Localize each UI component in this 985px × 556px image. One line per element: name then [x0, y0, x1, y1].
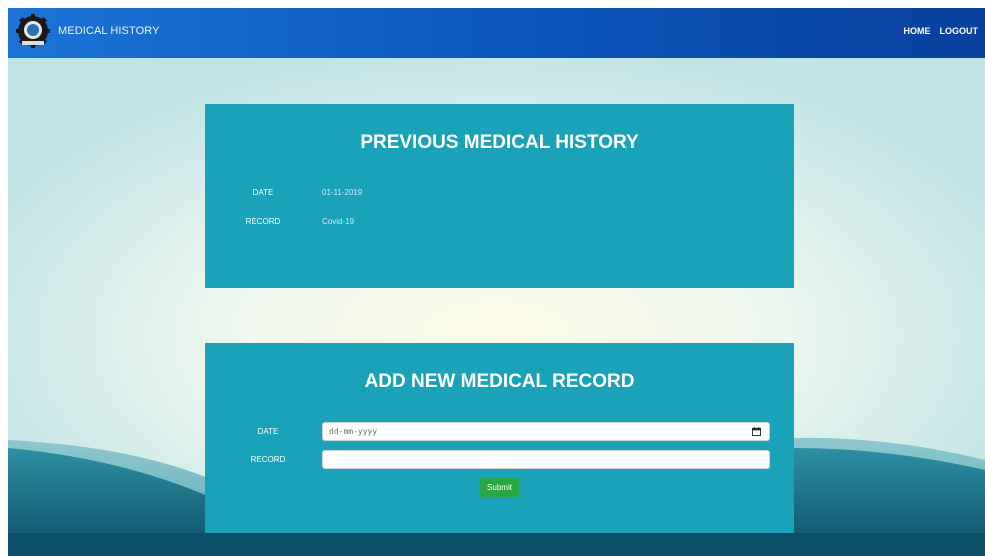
submit-button[interactable]: Submit [480, 478, 519, 497]
new-record-title: ADD NEW MEDICAL RECORD [364, 371, 635, 392]
previous-history-card: PREVIOUS MEDICAL HISTORY DATE 01-11-2019… [205, 104, 794, 288]
calendar-icon[interactable] [752, 427, 761, 436]
page-background: MEDICAL HISTORY HOME LOGOUT PREVIOUS MED… [8, 8, 985, 556]
new-record-card: ADD NEW MEDICAL RECORD DATE dd-mm-yyyy R… [205, 343, 794, 533]
previous-date-label: DATE [252, 188, 274, 197]
previous-record-value: Covid-19 [322, 217, 355, 226]
new-record-label: RECORD [250, 455, 286, 464]
record-input[interactable] [322, 450, 770, 469]
nav-links: HOME LOGOUT [904, 26, 979, 36]
previous-date-value: 01-11-2019 [322, 188, 363, 197]
date-input-placeholder: dd-mm-yyyy [329, 427, 378, 436]
navbar-brand[interactable]: MEDICAL HISTORY [58, 25, 160, 37]
nav-logout-link[interactable]: LOGOUT [940, 26, 979, 36]
nav-home-link[interactable]: HOME [904, 26, 931, 36]
date-input[interactable]: dd-mm-yyyy [322, 422, 770, 441]
previous-history-title: PREVIOUS MEDICAL HISTORY [360, 132, 639, 153]
navbar: MEDICAL HISTORY HOME LOGOUT [8, 8, 985, 58]
previous-record-label: RECORD [245, 217, 281, 226]
gear-logo-icon[interactable] [16, 14, 50, 48]
new-date-label: DATE [257, 427, 279, 436]
